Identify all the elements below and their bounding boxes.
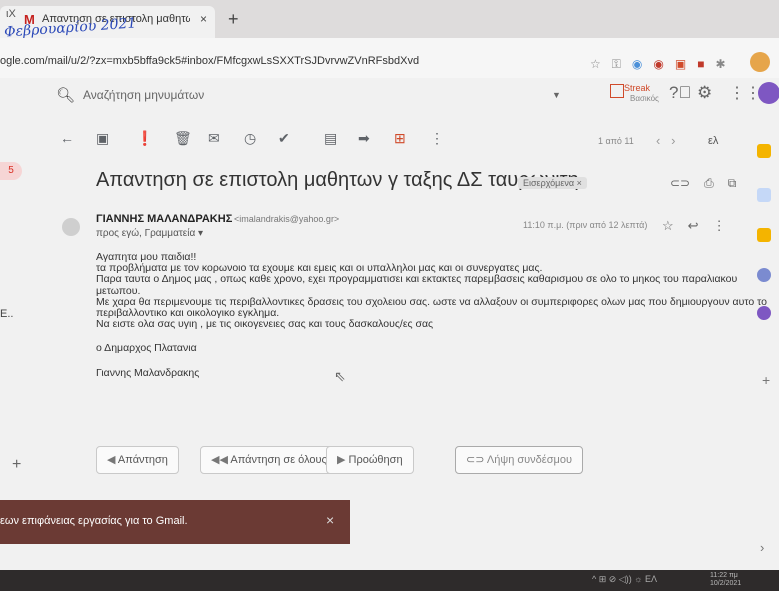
key-icon[interactable]: ⚿ (612, 57, 621, 72)
body-line: ο Δημαρχος Πλατανια (96, 342, 197, 355)
reply-all-button[interactable]: ◀◀ Απάντηση σε όλους (200, 446, 338, 474)
gear-icon[interactable]: ⚙ (697, 83, 712, 103)
streak-sub: Βασικός (630, 94, 659, 103)
url-field[interactable]: ogle.com/mail/u/2/?zx=mxb5bffa9ck5#inbox… (0, 55, 419, 67)
message-subject: Απαντηση σε επιστολη μαθητων γ ταξης ΔΣ … (96, 169, 579, 191)
left-edge-text: E.. (0, 308, 14, 320)
streak-label[interactable]: Streak (624, 83, 650, 93)
reply-icon[interactable]: ↩ (688, 218, 699, 234)
search-icon[interactable]: 🔍︎ (56, 86, 75, 104)
system-tray[interactable]: ^ ⊞ ⊘ ◁)) ☼ ΕΛ (592, 574, 657, 585)
sender-name: ΓΙΑΝΝΗΣ ΜΑΛΑΝΔΡΑΚΗΣ (96, 213, 233, 225)
pager-nav-icon[interactable]: ‹ › (656, 133, 676, 148)
account-avatar[interactable] (758, 82, 779, 104)
profile-avatar[interactable] (750, 52, 770, 72)
puzzle-icon[interactable]: ✱ (715, 57, 725, 72)
forward-button[interactable]: ▶ Προώθηση (326, 446, 414, 474)
clock-date: 10/2/2021 (710, 580, 742, 587)
message-actions: ☆ ↩ ⋮ (662, 218, 726, 234)
extension-icon[interactable]: ◉ (653, 57, 663, 72)
star-icon[interactable]: ☆ (662, 218, 674, 234)
mouse-cursor-icon: ⇖ (334, 368, 346, 384)
message-time: 11:10 π.μ. (πριν από 12 λεπτά) (523, 220, 648, 230)
input-tools[interactable]: ελ (708, 135, 718, 147)
extension-icons: ☆ ⚿ ◉ ◉ ▣ ■ ✱ (590, 57, 726, 72)
spam-icon[interactable]: ❗ (136, 130, 153, 147)
keep-icon[interactable] (757, 228, 771, 242)
body-line (96, 355, 736, 368)
message-body: Αγαπητα μου παιδια!! τα προβλήματα με το… (96, 251, 767, 379)
add-addon-icon[interactable]: + (762, 372, 770, 388)
subject-actions: ⊂⊃ ⎙ ⧉ (670, 176, 736, 191)
inbox-label[interactable]: Εισερχόμενα × (518, 177, 587, 189)
calendar-icon[interactable] (757, 144, 771, 158)
search-options-icon[interactable]: ▼ (552, 90, 561, 100)
back-arrow-icon[interactable]: ← (60, 130, 74, 146)
get-link-button[interactable]: ⊂⊃ Λήψη συνδέσμου (455, 446, 583, 474)
sender-email: <imalandrakis@yahoo.gr> (234, 214, 340, 224)
body-line: Παρα ταυτα ο Δημος μας , οπως καθε χρονο… (96, 273, 738, 286)
reply-all-icon: ◀◀ (211, 454, 231, 466)
message-toolbar: ← ▣ ❗ 🗑︎ ✉ ◷ ✔ ▤ ➡ ⊞ ⋮ (60, 130, 760, 156)
mark-unread-icon[interactable]: ✉ (208, 130, 220, 147)
open-new-window-icon[interactable]: ⧉ (728, 176, 737, 191)
expand-panel-icon[interactable]: › (760, 540, 764, 555)
snooze-icon[interactable]: ◷ (244, 130, 256, 147)
new-chat-icon[interactable]: + (12, 456, 21, 474)
link-icon: ⊂⊃ (466, 454, 487, 466)
move-to-icon[interactable]: ▤ (324, 130, 337, 147)
add-task-icon[interactable]: ✔ (278, 130, 290, 147)
link-icon[interactable]: ⊂⊃ (670, 176, 690, 191)
recipients[interactable]: προς εγώ, Γραμματεία ▾ (96, 228, 203, 239)
streak-icon[interactable] (610, 84, 624, 98)
tasks-icon[interactable] (757, 188, 771, 202)
more-icon[interactable]: ⋮ (430, 130, 444, 147)
extension-icon[interactable]: ◉ (632, 57, 642, 72)
tab-prefix: ιΧ (6, 8, 16, 20)
os-taskbar (0, 570, 779, 591)
extension-icon[interactable]: ■ (697, 57, 704, 72)
help-icon[interactable]: ?⃝ (669, 83, 691, 103)
clock-time: 11:22 πμ (710, 572, 738, 579)
addon-icon[interactable] (757, 306, 771, 320)
delete-icon[interactable]: 🗑︎ (174, 130, 192, 147)
search-input[interactable]: Αναζήτηση μηνυμάτων (83, 88, 204, 102)
addon-icon[interactable] (757, 268, 771, 282)
unread-badge[interactable]: 5 (0, 162, 22, 180)
extension-icon[interactable]: ▣ (675, 57, 686, 72)
body-line: Γιαννης Μαλανδρακης (96, 366, 200, 379)
reply-icon: ◀ (107, 454, 118, 466)
new-tab-button[interactable]: + (228, 9, 239, 30)
forward-icon: ▶ (337, 454, 349, 466)
bookmark-star-icon[interactable]: ☆ (590, 57, 601, 72)
label-icon[interactable]: ➡ (358, 130, 370, 147)
reply-button[interactable]: ◀ Απάντηση (96, 446, 179, 474)
tab-close-icon[interactable]: × (200, 12, 207, 26)
sender-avatar (62, 218, 80, 236)
pager-count: 1 από 11 (598, 136, 634, 146)
print-icon[interactable]: ⎙ (704, 176, 714, 191)
snackbar-text: εων επιφάνειας εργασίας για το Gmail. (0, 515, 188, 527)
streak-box-icon[interactable]: ⊞ (394, 130, 406, 147)
more-icon[interactable]: ⋮ (713, 218, 726, 234)
body-line: Να ειστε ολα σας υγιη , με τις οικογενει… (96, 318, 434, 331)
taskbar-clock[interactable]: 11:22 πμ 10/2/2021 (710, 572, 741, 588)
snackbar-close-icon[interactable]: × (326, 512, 334, 528)
archive-icon[interactable]: ▣ (96, 130, 109, 147)
